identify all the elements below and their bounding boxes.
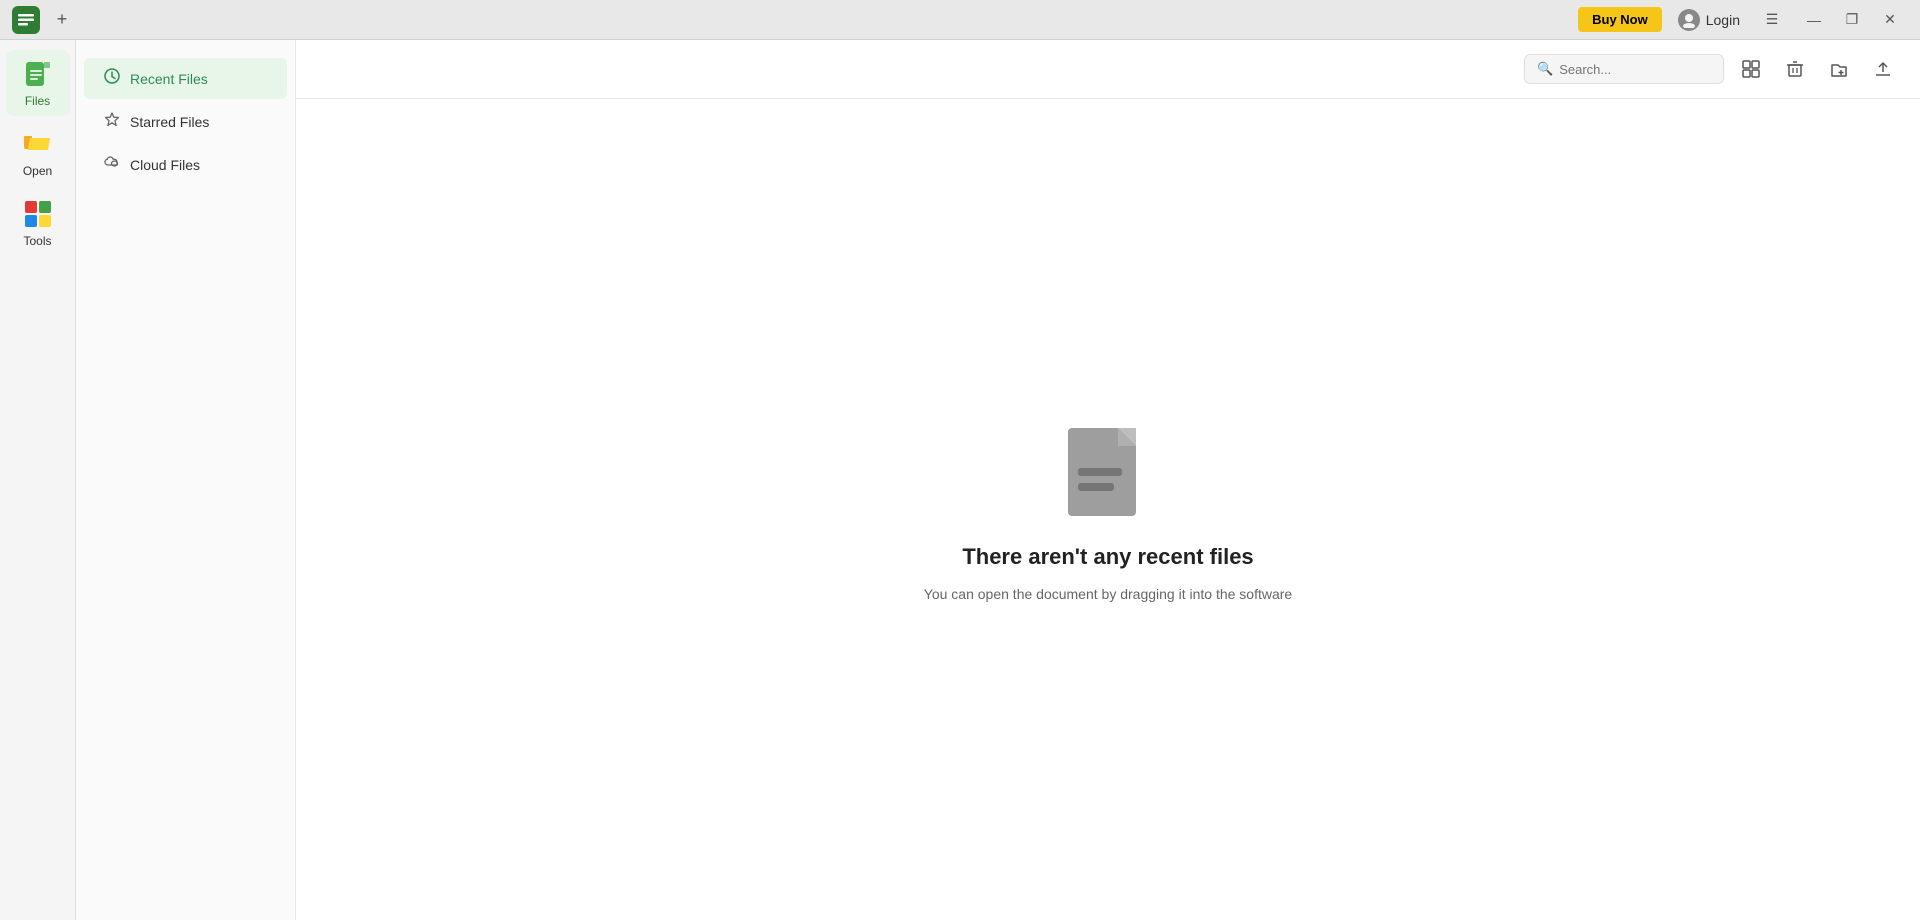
sidebar-item-open[interactable]: Open — [6, 120, 70, 186]
cloud-files-label: Cloud Files — [130, 157, 200, 173]
cloud-icon — [104, 154, 120, 175]
app-logo — [12, 6, 40, 34]
titlebar-right: Buy Now Login ☰ — ❐ ✕ — [1578, 5, 1908, 35]
close-button[interactable]: ✕ — [1872, 5, 1908, 35]
open-label: Open — [23, 164, 52, 178]
empty-state: There aren't any recent files You can op… — [296, 99, 1920, 920]
buy-now-button[interactable]: Buy Now — [1578, 7, 1662, 32]
nav-sidebar: Recent Files Starred Files Cloud Files — [76, 40, 296, 920]
trash-button[interactable] — [1778, 52, 1812, 86]
upload-button[interactable] — [1866, 52, 1900, 86]
sidebar-item-files[interactable]: Files — [6, 50, 70, 116]
tools-icon — [22, 198, 54, 230]
minimize-button[interactable]: — — [1796, 5, 1832, 35]
starred-files-label: Starred Files — [130, 114, 209, 130]
login-label: Login — [1706, 12, 1740, 28]
search-box[interactable]: 🔍 — [1524, 54, 1724, 84]
content-toolbar: 🔍 — [296, 40, 1920, 99]
main-content: 🔍 — [296, 40, 1920, 920]
open-icon — [22, 128, 54, 160]
search-input[interactable] — [1559, 62, 1711, 77]
add-folder-button[interactable] — [1822, 52, 1856, 86]
window-controls: — ❐ ✕ — [1796, 5, 1908, 35]
login-button[interactable]: Login — [1670, 5, 1748, 35]
titlebar-left: + — [12, 6, 74, 34]
nav-item-starred[interactable]: Starred Files — [84, 101, 287, 142]
new-tab-button[interactable]: + — [50, 8, 74, 32]
empty-subtitle: You can open the document by dragging it… — [924, 586, 1292, 602]
app-body: Files Open Tool — [0, 40, 1920, 920]
sidebar-item-tools[interactable]: Tools — [6, 190, 70, 256]
empty-title: There aren't any recent files — [962, 544, 1253, 570]
menu-button[interactable]: ☰ — [1756, 5, 1788, 35]
tools-label: Tools — [23, 234, 51, 248]
nav-item-cloud[interactable]: Cloud Files — [84, 144, 287, 185]
login-avatar — [1678, 9, 1700, 31]
nav-item-recent[interactable]: Recent Files — [84, 58, 287, 99]
star-icon — [104, 111, 120, 132]
clock-icon — [104, 68, 120, 89]
recent-files-label: Recent Files — [130, 71, 208, 87]
icon-sidebar: Files Open Tool — [0, 40, 76, 920]
titlebar: + Buy Now Login ☰ — ❐ ✕ — [0, 0, 1920, 40]
restore-button[interactable]: ❐ — [1834, 5, 1870, 35]
files-label: Files — [25, 94, 50, 108]
grid-view-button[interactable] — [1734, 52, 1768, 86]
files-icon — [22, 58, 54, 90]
empty-document-icon — [1058, 418, 1158, 528]
search-icon: 🔍 — [1537, 61, 1553, 77]
